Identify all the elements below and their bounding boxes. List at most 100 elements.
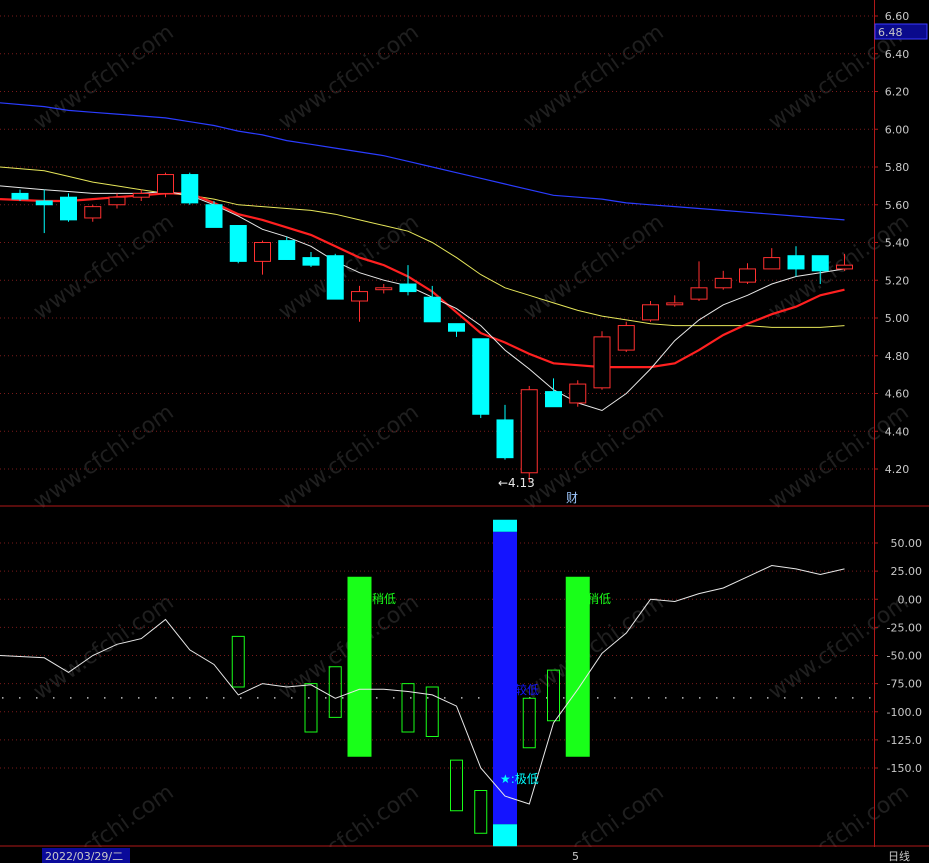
osc-dotted-level [427, 697, 429, 699]
osc-dotted-level [206, 697, 208, 699]
candle [254, 240, 271, 275]
price-tick-label: 6.00 [885, 123, 910, 136]
candle [302, 251, 320, 268]
osc-dotted-level [478, 697, 480, 699]
slight-low-label-2: 稍低 [587, 592, 611, 606]
osc-dotted-level [784, 697, 786, 699]
osc-tick-label: 0.00 [898, 593, 923, 606]
candle-body-down [278, 240, 296, 260]
candle-body-down [472, 338, 490, 415]
osc-dotted-level [342, 697, 344, 699]
osc-tick-label: 50.00 [891, 537, 923, 550]
watermark-text: www.cfchi.com [274, 20, 423, 135]
price-tick-label: 6.40 [885, 48, 910, 61]
low-price-label: ←4.13 [498, 476, 535, 490]
osc-dotted-level [172, 697, 174, 699]
bottom-bar [0, 847, 929, 863]
candle-body-up [739, 268, 756, 283]
osc-dotted-level [87, 697, 89, 699]
candle-body-up [108, 196, 126, 206]
candle-body-up [593, 336, 611, 389]
osc-dotted-level [563, 697, 565, 699]
candle-body-down [423, 296, 441, 323]
candle-body-down [399, 283, 417, 293]
osc-dotted-level [835, 697, 837, 699]
candle [617, 321, 635, 352]
osc-dotted-level [223, 697, 225, 699]
candle-body-up [690, 287, 708, 300]
candle [157, 172, 174, 198]
watermark-text: www.cfchi.com [29, 400, 178, 515]
candle-body-up [157, 174, 174, 194]
price-tick-label: 4.80 [885, 350, 910, 363]
osc-dotted-level [19, 697, 21, 699]
candle-body-up [254, 242, 271, 262]
candle [520, 385, 538, 483]
candle-body-down [181, 174, 199, 204]
candle-body-down [326, 255, 344, 300]
price-tick-label: 6.20 [885, 86, 910, 99]
osc-dotted-level [189, 697, 191, 699]
osc-dotted-level [750, 697, 752, 699]
osc-dotted-level [70, 697, 72, 699]
osc-dotted-level [699, 697, 701, 699]
candle-body-down [11, 192, 29, 200]
osc-tick-label: -50.00 [887, 650, 922, 663]
candle-body-up [569, 383, 587, 404]
osc-dotted-level [376, 697, 378, 699]
osc-tick-label: 25.00 [891, 565, 923, 578]
watermark-text: www.cfchi.com [519, 590, 668, 705]
osc-hollow-bar [474, 790, 488, 834]
candle [326, 253, 344, 300]
candle-body-up [836, 264, 853, 270]
candle-body-down [229, 225, 247, 262]
osc-dotted-level [410, 697, 412, 699]
osc-dotted-level [393, 697, 395, 699]
osc-dotted-level [767, 697, 769, 699]
osc-dotted-level [614, 697, 616, 699]
period-label[interactable]: 日线 [888, 849, 910, 863]
candle [787, 246, 805, 277]
osc-signal-cap-top [493, 519, 517, 532]
candle-body-up [642, 304, 659, 321]
osc-dotted-level [716, 697, 718, 699]
osc-dotted-level [682, 697, 684, 699]
osc-dotted-level [291, 697, 293, 699]
osc-dotted-level [852, 697, 854, 699]
finance-marker[interactable]: 财 [566, 491, 578, 505]
osc-dotted-level [274, 697, 276, 699]
watermark-text: www.cfchi.com [29, 590, 178, 705]
cursor-date: 2022/03/29/二 [45, 850, 123, 863]
osc-dotted-level [461, 697, 463, 699]
osc-dotted-level [631, 697, 633, 699]
candle-body-down [302, 257, 320, 266]
price-tick-label: 5.80 [885, 161, 910, 174]
candle-body-up [617, 325, 635, 351]
candle [423, 285, 441, 323]
ma-white-line [0, 185, 845, 412]
candle [278, 236, 296, 260]
candle-body-down [811, 255, 829, 272]
candle-body-up [714, 277, 732, 289]
osc-dotted-level [104, 697, 106, 699]
osc-dotted-level [308, 697, 310, 699]
price-tick-label: 6.60 [885, 10, 910, 23]
watermark-text: www.cfchi.com [274, 400, 423, 515]
candle [690, 261, 708, 302]
candle-body-down [205, 204, 223, 228]
ma-blue-line [0, 102, 845, 221]
candle [60, 193, 77, 222]
candle [593, 331, 611, 390]
price-tick-label: 4.20 [885, 463, 910, 476]
osc-dotted-level [2, 697, 4, 699]
candle-body-up [666, 302, 684, 306]
candle [375, 284, 393, 294]
osc-dotted-level [53, 697, 55, 699]
month-marker: 5 [572, 850, 579, 863]
candle [11, 189, 29, 201]
price-tick-label: 5.00 [885, 312, 910, 325]
candle-body-down [787, 255, 805, 270]
osc-dotted-level [648, 697, 650, 699]
osc-line [0, 564, 845, 805]
osc-dotted-level [665, 697, 667, 699]
